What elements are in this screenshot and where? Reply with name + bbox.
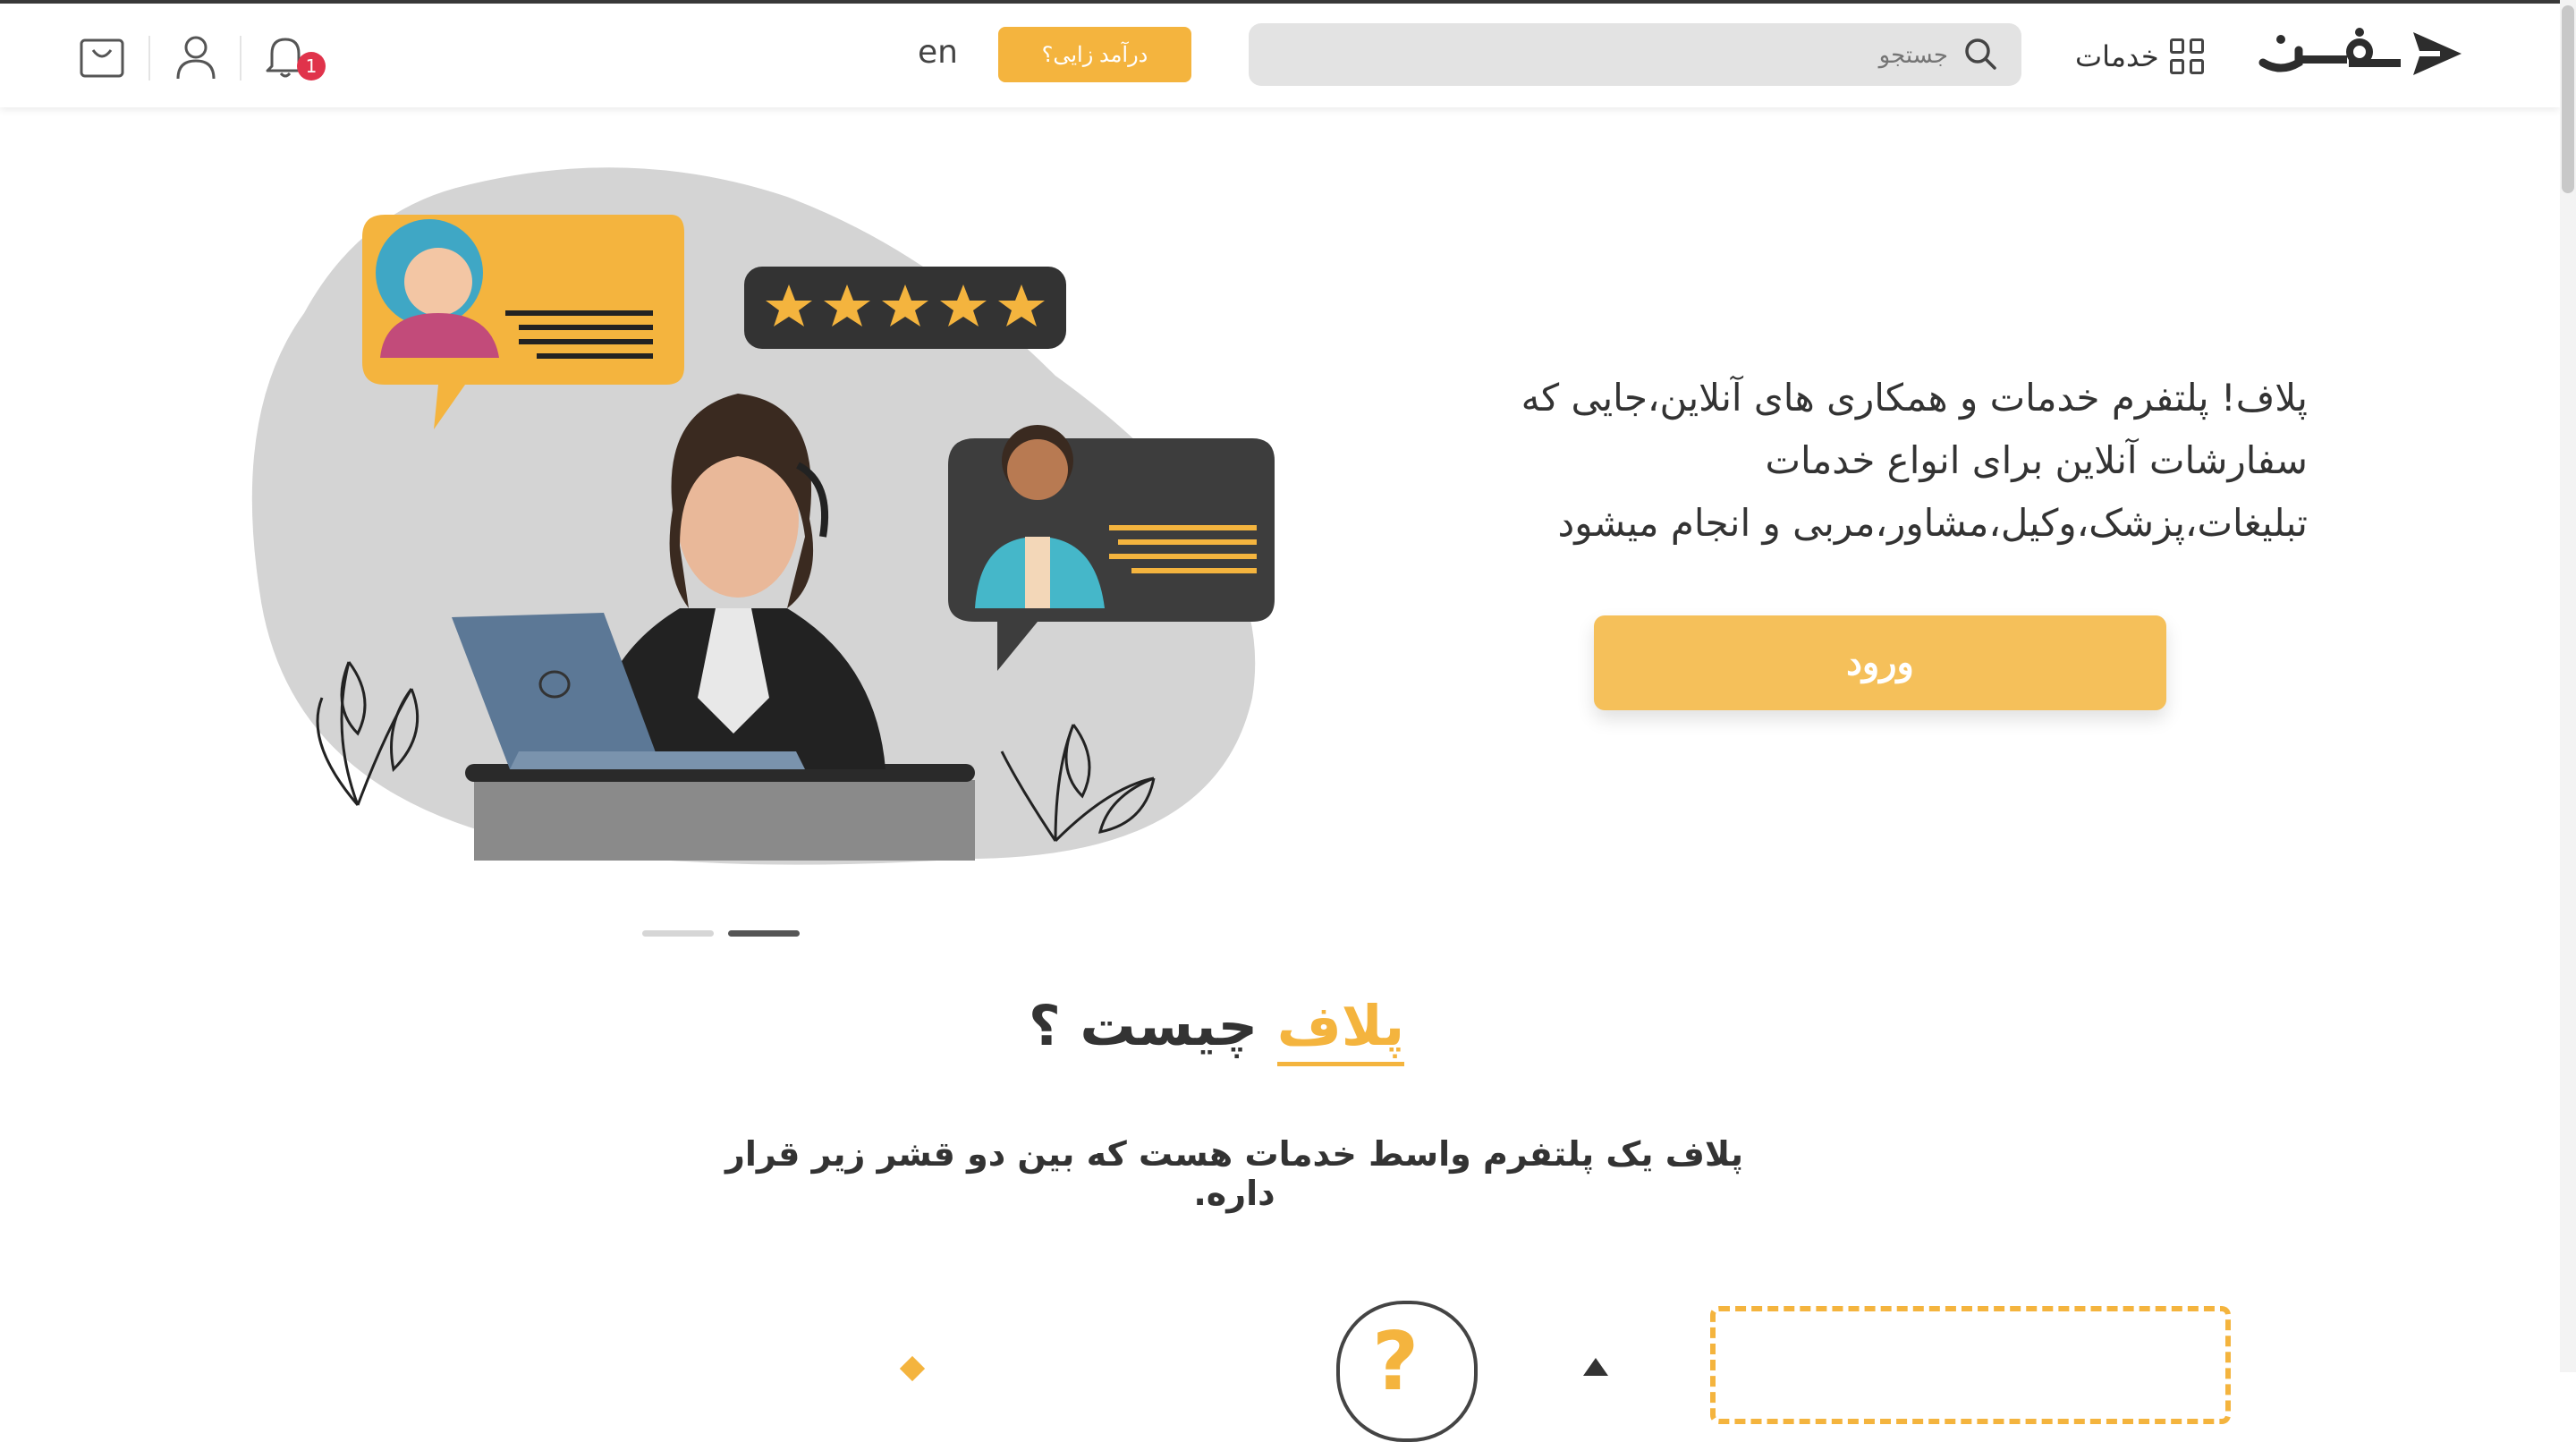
header-divider [240, 36, 242, 81]
search-icon[interactable] [1962, 36, 1998, 72]
site-logo[interactable] [2254, 20, 2469, 88]
section-description: پلاف یک پلتفرم واسط خدمات هست که بین دو … [725, 1134, 1743, 1213]
dashed-card [1710, 1306, 2231, 1424]
search-bar[interactable] [1249, 23, 2021, 88]
shopping-bag-icon[interactable] [79, 38, 125, 79]
diamond-icon [899, 1355, 926, 1382]
grid-icon [2168, 38, 2204, 74]
scrollbar-thumb[interactable] [2562, 5, 2574, 193]
site-header: خدمات درآمد زایی؟ en 1 [0, 4, 2560, 107]
question-mark-icon: ? [1372, 1315, 1419, 1409]
user-icon[interactable] [175, 34, 216, 81]
logo-mark [2258, 28, 2462, 75]
carousel-dot[interactable] [642, 930, 714, 937]
hero-line: پلاف! پلتفرم خدمات و همکاری های آنلاین،ج… [1521, 376, 2308, 420]
notification-badge: 1 [297, 52, 326, 81]
arrow-icon [1583, 1358, 1608, 1376]
section-title: پلاف چیست ؟ [984, 993, 1449, 1066]
services-menu[interactable]: خدمات [2075, 34, 2204, 79]
search-input[interactable] [1267, 23, 1950, 88]
hero-line: سفارشات آنلاین برای انواع خدمات [1765, 438, 2308, 482]
header-divider [148, 36, 150, 81]
login-button[interactable]: ورود [1594, 615, 2166, 710]
page-scrollbar[interactable] [2560, 0, 2576, 1372]
carousel-dot-active[interactable] [728, 930, 800, 937]
title-rest: چیست ؟ [1028, 993, 1277, 1058]
language-switch[interactable]: en [918, 34, 958, 71]
hero-illustration [251, 167, 1275, 865]
hero-description: پلاف! پلتفرم خدمات و همکاری های آنلاین،ج… [1413, 367, 2308, 555]
hero-line: تبلیغات،پزشک،وکیل،مشاور،مربی و انجام میش… [1557, 501, 2308, 545]
services-label: خدمات [2075, 39, 2159, 73]
title-highlight: پلاف [1276, 993, 1405, 1066]
income-button[interactable]: درآمد زایی؟ [998, 27, 1191, 82]
